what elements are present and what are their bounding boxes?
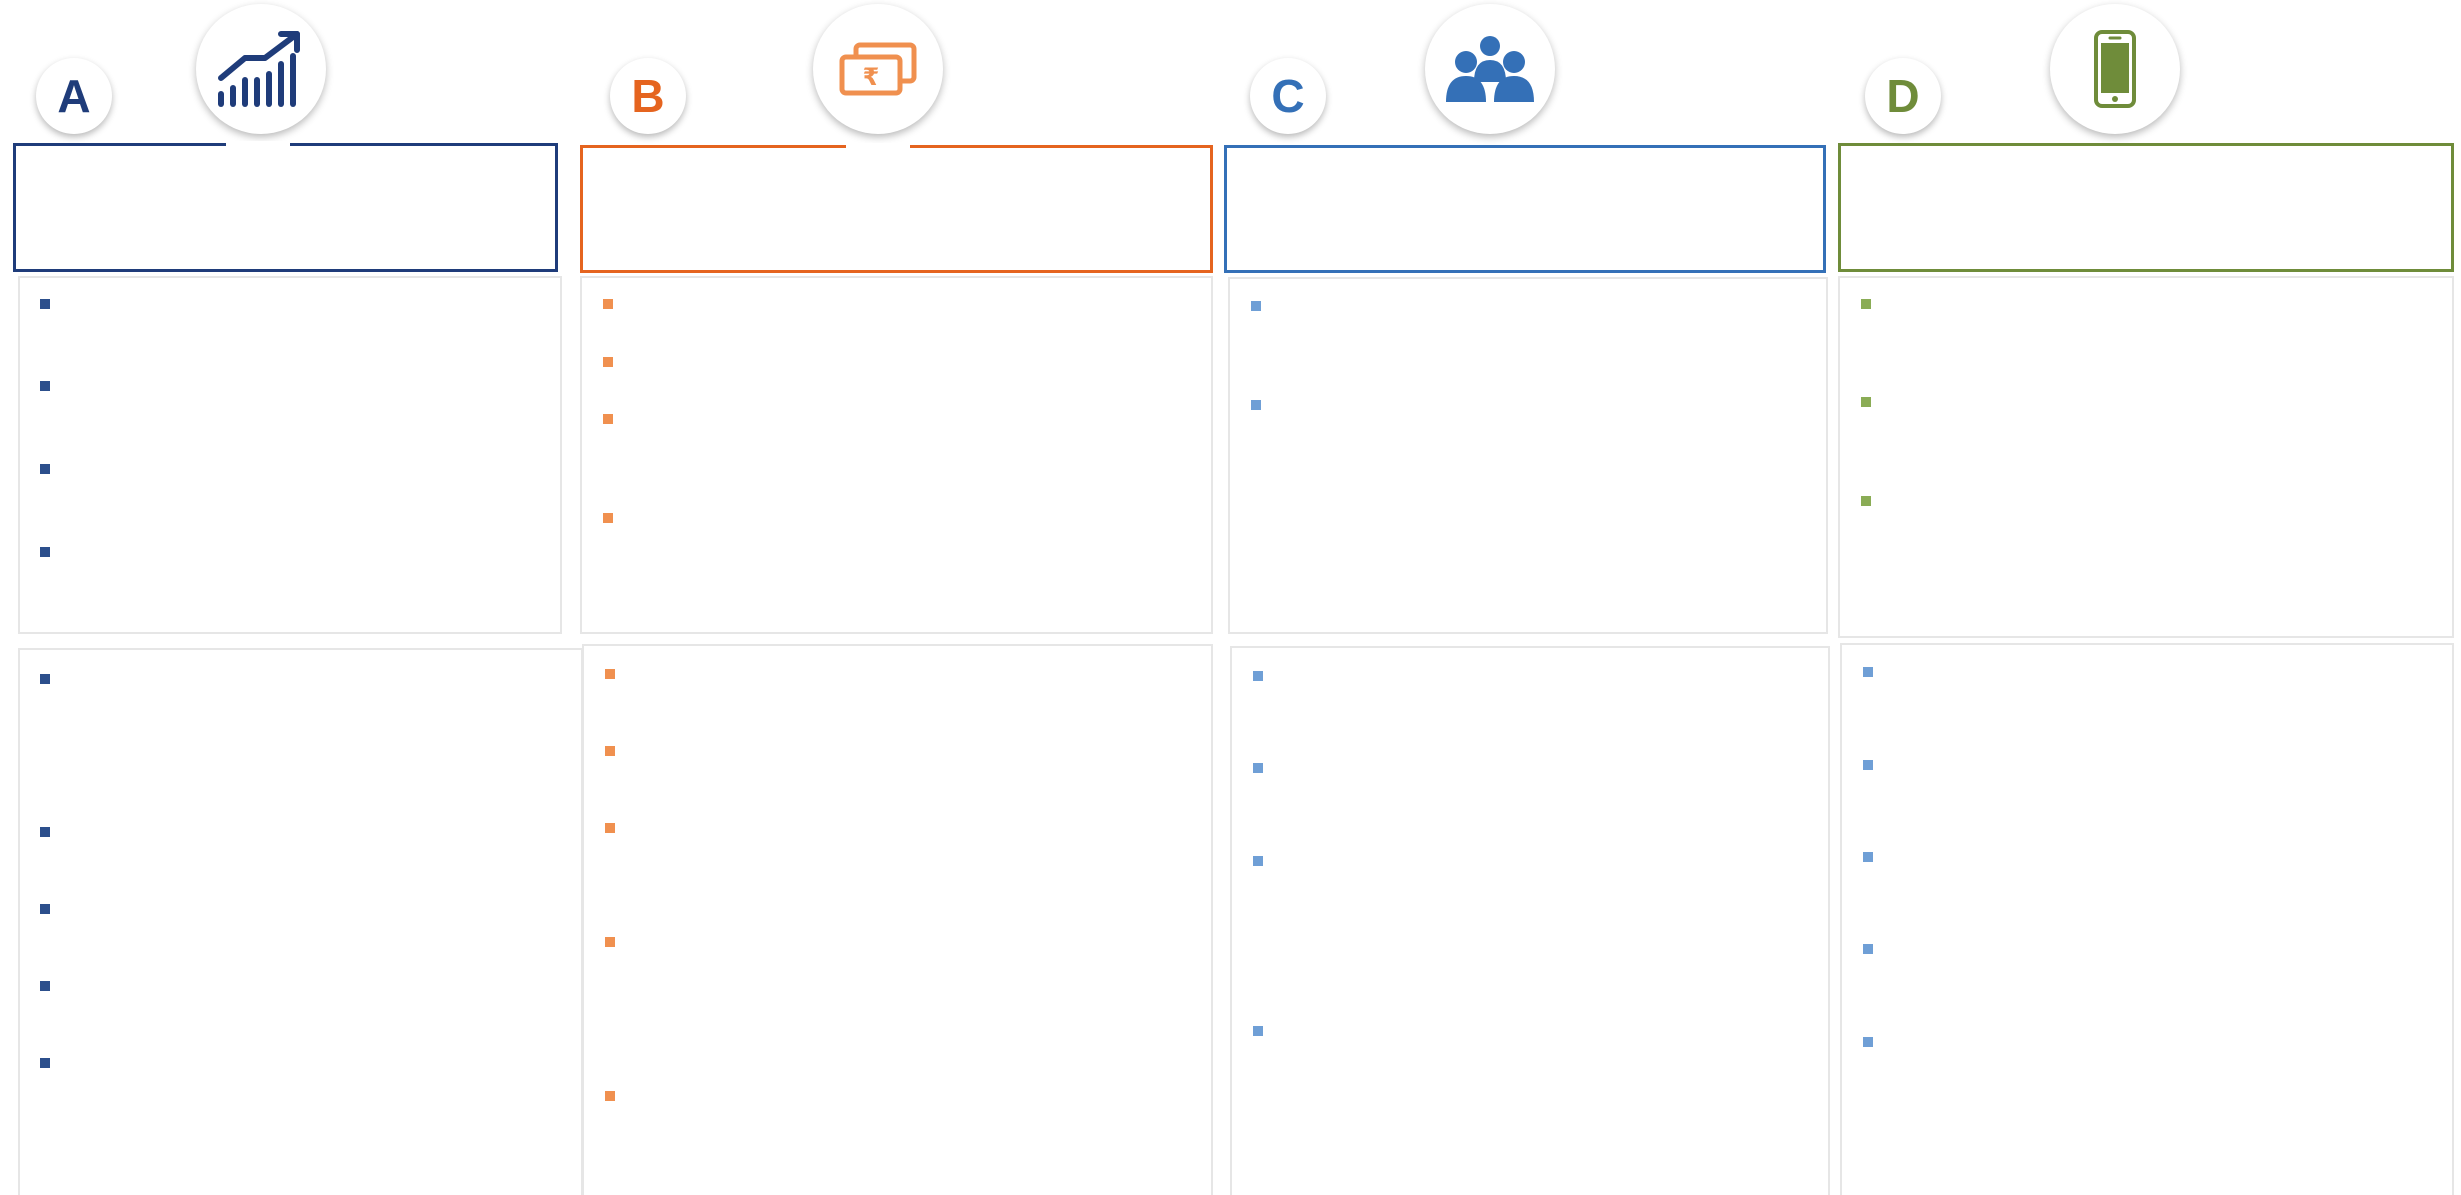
letter-badge-c: C bbox=[1250, 58, 1326, 134]
bullet-d-upper-2 bbox=[1861, 397, 1871, 407]
letter-c-label: C bbox=[1271, 70, 1305, 122]
icon-badge-a bbox=[196, 4, 326, 134]
bullet-a-lower-5 bbox=[40, 1058, 50, 1068]
growth-chart-icon bbox=[218, 31, 300, 107]
letter-d-label: D bbox=[1886, 70, 1920, 122]
bullet-d-lower-3 bbox=[1863, 852, 1873, 862]
letter-badge-d: D bbox=[1865, 58, 1941, 134]
bullet-b-lower-2 bbox=[605, 746, 615, 756]
bullet-b-lower-4 bbox=[605, 937, 615, 947]
lower-panel-a bbox=[18, 648, 583, 1195]
upper-panel-b bbox=[580, 276, 1213, 634]
bullet-a-upper-2 bbox=[40, 381, 50, 391]
bullet-c-lower-1 bbox=[1253, 671, 1263, 681]
letter-b-label: B bbox=[631, 70, 665, 122]
bullet-d-upper-3 bbox=[1861, 496, 1871, 506]
bullet-d-lower-2 bbox=[1863, 760, 1873, 770]
bullet-d-lower-4 bbox=[1863, 944, 1873, 954]
upper-panel-a bbox=[18, 276, 562, 634]
bullet-a-upper-3 bbox=[40, 464, 50, 474]
bullet-d-lower-5 bbox=[1863, 1037, 1873, 1047]
bullet-a-upper-4 bbox=[40, 547, 50, 557]
bullet-c-upper-2 bbox=[1251, 400, 1261, 410]
upper-panel-d bbox=[1838, 276, 2454, 638]
bullet-b-upper-3 bbox=[603, 414, 613, 424]
rupee-notes-icon: ₹ bbox=[839, 42, 917, 96]
header-box-c bbox=[1224, 145, 1826, 273]
bullet-b-upper-4 bbox=[603, 513, 613, 523]
bullet-b-upper-1 bbox=[603, 299, 613, 309]
bullet-c-lower-4 bbox=[1253, 1026, 1263, 1036]
bullet-c-lower-3 bbox=[1253, 856, 1263, 866]
letter-badge-a: A bbox=[36, 58, 112, 134]
header-box-a bbox=[13, 143, 558, 272]
icon-badge-c bbox=[1425, 4, 1555, 134]
header-box-b bbox=[580, 145, 1213, 273]
svg-text:₹: ₹ bbox=[863, 63, 880, 91]
bullet-a-upper-1 bbox=[40, 299, 50, 309]
bullet-b-lower-3 bbox=[605, 823, 615, 833]
lower-panel-b bbox=[582, 644, 1213, 1195]
bullet-d-upper-1 bbox=[1861, 299, 1871, 309]
bullet-b-lower-5 bbox=[605, 1091, 615, 1101]
lower-panel-d bbox=[1840, 643, 2454, 1195]
bullet-b-upper-2 bbox=[603, 357, 613, 367]
letter-badge-b: B bbox=[610, 58, 686, 134]
bullet-a-lower-4 bbox=[40, 981, 50, 991]
header-box-d bbox=[1838, 143, 2454, 272]
icon-badge-b: ₹ bbox=[813, 4, 943, 134]
icon-badge-d bbox=[2050, 4, 2180, 134]
bullet-c-lower-2 bbox=[1253, 763, 1263, 773]
upper-panel-c bbox=[1228, 277, 1828, 634]
bullet-a-lower-3 bbox=[40, 904, 50, 914]
mobile-phone-icon bbox=[2094, 30, 2136, 108]
lower-panel-c bbox=[1230, 646, 1830, 1195]
bullet-c-upper-1 bbox=[1251, 301, 1261, 311]
bullet-b-lower-1 bbox=[605, 669, 615, 679]
bullet-a-lower-1 bbox=[40, 674, 50, 684]
letter-a-label: A bbox=[57, 70, 91, 122]
bullet-a-lower-2 bbox=[40, 827, 50, 837]
people-group-icon bbox=[1446, 36, 1534, 102]
header-notch-a bbox=[226, 141, 290, 151]
header-notch-b bbox=[846, 143, 910, 153]
bullet-d-lower-1 bbox=[1863, 667, 1873, 677]
